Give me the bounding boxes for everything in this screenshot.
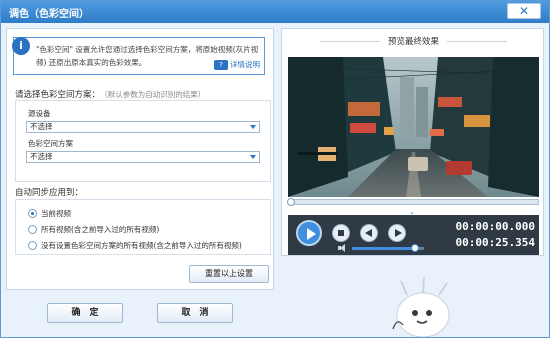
total-time: 00:00:25.354	[455, 236, 535, 249]
color-space-dialog: 调色（色彩空间） ✕ i "色彩空间" 设置允许您通过选择色彩空间方案，将原始视…	[0, 0, 550, 338]
scheme-select[interactable]: 不选择	[26, 151, 260, 163]
cancel-button[interactable]: 取 消	[157, 303, 233, 323]
street-scene-image	[288, 57, 539, 197]
radio-label: 当前视频	[41, 209, 71, 218]
radio-unset-videos[interactable]: 没有设置色彩空间方案的所有视频(含之前导入过的所有视频)	[28, 240, 242, 251]
next-frame-button[interactable]	[388, 224, 406, 242]
color-space-label: 请选择色彩空间方案： （默认参数为自动识别的结果）	[15, 88, 205, 100]
radio-button	[28, 241, 37, 250]
radio-label: 所有视频(含之前导入过的所有视频)	[41, 225, 160, 234]
mascot-illustration	[392, 276, 450, 337]
radio-current-video[interactable]: 当前视频	[28, 208, 71, 219]
info-box: i "色彩空间" 设置允许您通过选择色彩空间方案，将原始视频(灰片视频) 还原出…	[12, 37, 265, 75]
player-controls: 00:00:00.000 00:00:25.354	[288, 215, 539, 255]
close-button[interactable]: ✕	[507, 3, 541, 19]
reset-button[interactable]: 重置以上设置	[189, 265, 269, 283]
help-link-label: 详情说明	[230, 60, 260, 69]
help-link[interactable]: ? 详情说明	[214, 59, 260, 70]
color-space-group: 源设备 不选择 色彩空间方案 不选择	[15, 100, 271, 182]
current-time: 00:00:00.000	[455, 220, 535, 233]
source-device-select[interactable]: 不选择	[26, 121, 260, 133]
color-space-label-text: 请选择色彩空间方案：	[15, 90, 101, 100]
playback-progress-bar[interactable]	[287, 198, 539, 206]
scheme-label: 色彩空间方案	[28, 139, 73, 148]
settings-panel: i "色彩空间" 设置允许您通过选择色彩空间方案，将原始视频(灰片视频) 还原出…	[6, 28, 274, 290]
auto-sync-label: 自动同步应用到：	[15, 188, 84, 198]
source-device-label: 源设备	[28, 109, 51, 118]
auto-sync-group: 当前视频 所有视频(含之前导入过的所有视频) 没有设置色彩空间方案的所有视频(含…	[15, 199, 271, 255]
chevron-down-icon	[247, 152, 259, 162]
preview-title: 预览最终效果	[282, 35, 545, 47]
source-device-value: 不选择	[30, 122, 53, 131]
radio-label: 没有设置色彩空间方案的所有视频(含之前导入过的所有视频)	[41, 241, 242, 250]
previous-frame-button[interactable]	[360, 224, 378, 242]
radio-button	[28, 209, 37, 218]
volume-fill	[352, 247, 416, 250]
volume-icon[interactable]	[338, 244, 348, 252]
volume-slider[interactable]	[352, 244, 424, 252]
title-bar: 调色（色彩空间） ✕	[1, 1, 549, 23]
ok-button[interactable]: 确 定	[47, 303, 123, 323]
help-icon: ?	[214, 59, 228, 70]
radio-button	[28, 225, 37, 234]
stop-button[interactable]	[332, 224, 350, 242]
video-preview	[288, 57, 539, 197]
radio-all-videos[interactable]: 所有视频(含之前导入过的所有视频)	[28, 224, 159, 235]
progress-handle[interactable]	[287, 198, 295, 206]
chevron-down-icon	[247, 122, 259, 132]
volume-handle[interactable]	[411, 244, 420, 252]
color-space-hint: （默认参数为自动识别的结果）	[104, 90, 206, 99]
info-icon: i	[12, 37, 30, 55]
preview-panel: 预览最终效果 ⌄ 00:00:00.000 00:00:25.354	[281, 28, 544, 256]
play-button[interactable]	[296, 220, 322, 246]
window-title: 调色（色彩空间）	[9, 9, 89, 20]
scheme-value: 不选择	[30, 152, 53, 161]
